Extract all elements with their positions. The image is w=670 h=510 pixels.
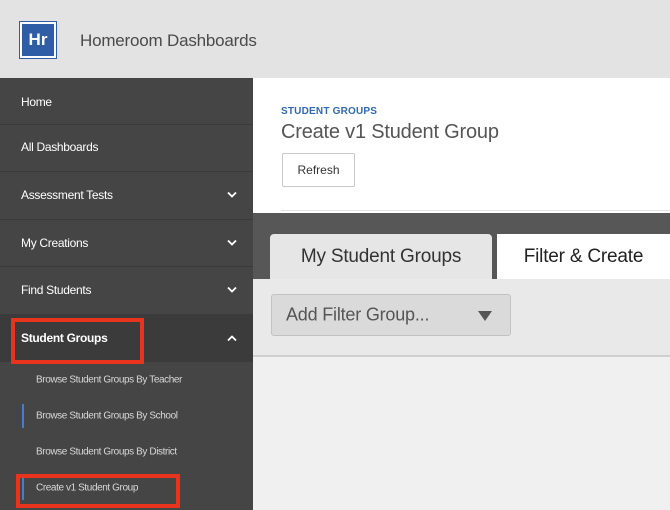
sidebar-subitem-label: Browse Student Groups By Teacher [36,374,182,386]
sidebar-subitem-label: Browse Student Groups By School [36,410,178,422]
chevron-down-icon[interactable] [227,286,237,294]
app-logo[interactable]: Hr [20,22,56,58]
sidebar-subitem-browse-by-district[interactable]: Browse Student Groups By District [0,434,253,470]
sidebar-subitem-browse-by-school[interactable]: Browse Student Groups By School [0,398,253,434]
sidebar-item-assessment-tests[interactable]: Assessment Tests [0,171,253,219]
header-divider [281,210,670,211]
caret-down-icon [478,311,492,321]
page-title: Create v1 Student Group [281,121,499,143]
top-bar: Hr Homeroom Dashboards [0,0,670,78]
highlight-box-student-groups [11,318,144,364]
sidebar-item-label: Assessment Tests [21,188,113,202]
tab-strip: My Student Groups Filter & Create [253,213,670,279]
main-header: STUDENT GROUPS Create v1 Student Group R… [253,78,670,213]
filter-panel: Add Filter Group... [253,279,670,356]
sidebar-item-label: My Creations [21,236,89,250]
selection-marker [22,404,24,428]
add-filter-group-select[interactable]: Add Filter Group... [271,294,511,336]
tab-my-student-groups[interactable]: My Student Groups [270,234,492,279]
refresh-button[interactable]: Refresh [282,153,355,187]
app-title: Homeroom Dashboards [80,31,257,50]
content-area [253,357,670,510]
sidebar-item-find-students[interactable]: Find Students [0,266,253,314]
sidebar-item-label: Home [21,95,52,109]
breadcrumb[interactable]: STUDENT GROUPS [281,106,377,117]
highlight-box-create-v1-group [16,474,180,508]
chevron-down-icon[interactable] [227,239,237,247]
sidebar-item-label: All Dashboards [21,140,99,154]
tab-filter-create[interactable]: Filter & Create [497,234,670,279]
sidebar-item-home[interactable]: Home [0,78,253,126]
chevron-down-icon[interactable] [227,191,237,199]
select-value: Add Filter Group... [286,304,430,325]
chevron-up-icon[interactable] [227,335,237,342]
sidebar-subitem-browse-by-teacher[interactable]: Browse Student Groups By Teacher [0,362,253,398]
sidebar-subitem-label: Browse Student Groups By District [36,446,177,458]
sidebar-item-my-creations[interactable]: My Creations [0,219,253,267]
sidebar-item-label: Find Students [21,283,92,297]
sidebar-item-all-dashboards[interactable]: All Dashboards [0,123,253,171]
sidebar: Home All Dashboards Assessment Tests My … [0,78,253,510]
